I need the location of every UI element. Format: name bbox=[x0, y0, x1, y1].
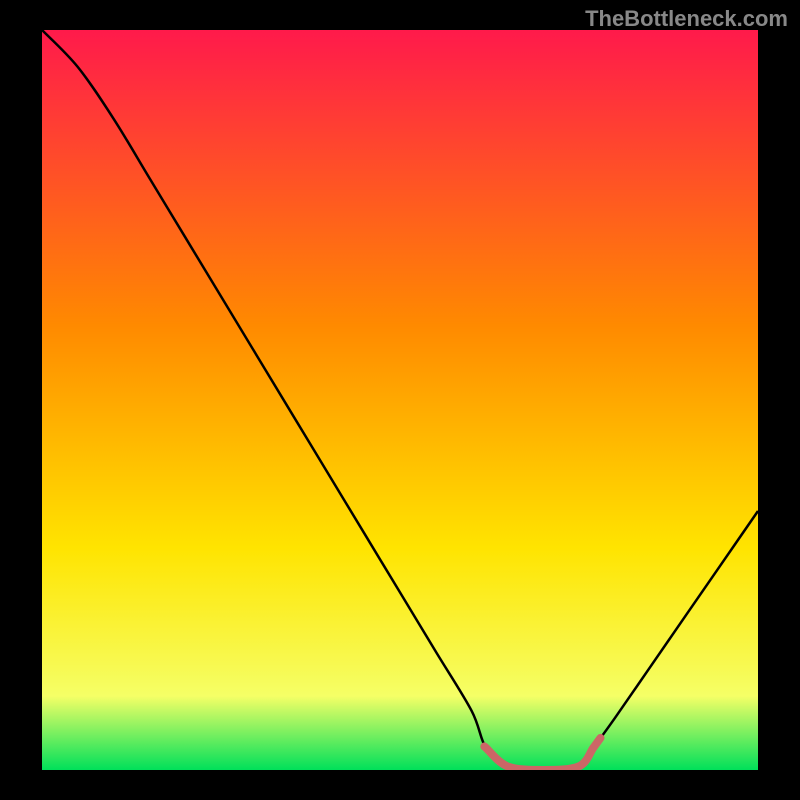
chart-svg bbox=[42, 30, 758, 770]
watermark-text: TheBottleneck.com bbox=[585, 6, 788, 32]
gradient-background bbox=[42, 30, 758, 770]
chart-canvas bbox=[42, 30, 758, 770]
